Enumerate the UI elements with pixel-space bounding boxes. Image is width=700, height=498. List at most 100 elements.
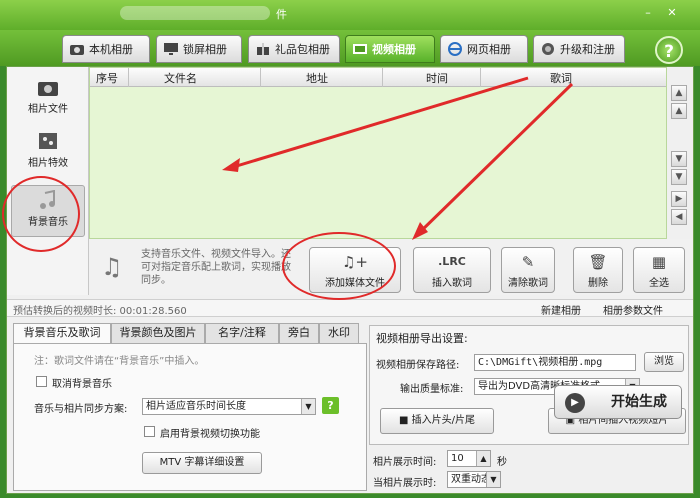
save-path-label: 视频相册保存路径: — [376, 360, 460, 371]
sync-scheme-select[interactable]: 相片适应音乐时间长度 ▼ — [142, 398, 316, 415]
tab-lockscreen-album[interactable]: 锁屏相册 — [156, 35, 242, 63]
move-bottom-button[interactable]: ▼ — [671, 169, 687, 185]
delete-button[interactable]: 🗑 删除 — [573, 247, 623, 293]
column-divider — [260, 68, 261, 87]
tab-label: 视频相册 — [372, 43, 416, 56]
photo-display-time-label: 相片展示时间: — [373, 457, 437, 468]
tab-video-album[interactable]: 视频相册 — [345, 35, 435, 63]
tab-web-album[interactable]: 网页相册 — [440, 35, 528, 63]
play-icon: ▶ — [565, 393, 585, 413]
new-album-link[interactable]: 新建相册 — [541, 302, 581, 317]
cancel-bg-music-label: 取消背景音乐 — [52, 379, 112, 390]
photo-mode-label: 当相片展示时: — [373, 478, 437, 489]
tab-label: 礼品包相册 — [275, 43, 330, 56]
globe-icon — [540, 42, 556, 56]
monitor-icon — [163, 42, 179, 56]
col-index[interactable]: 序号 — [96, 70, 118, 86]
camera-icon — [37, 77, 59, 97]
film-icon — [352, 42, 368, 56]
col-time[interactable]: 时间 — [426, 70, 448, 86]
tab-watermark[interactable]: 水印 — [319, 323, 359, 343]
tab-label: 锁屏相册 — [183, 43, 227, 56]
insert-header-trailer-button[interactable]: ■ 插入片头/片尾 — [380, 408, 494, 434]
chevron-down-icon: ▼ — [486, 472, 500, 487]
tab-bg-color-image[interactable]: 背景颜色及图片 — [111, 323, 205, 343]
enable-video-switch-checkbox[interactable] — [144, 426, 155, 437]
close-button[interactable]: ✕ — [664, 6, 680, 20]
sync-label: 音乐与相片同步方案: — [34, 404, 128, 415]
video-camera-icon: ■ — [398, 415, 412, 426]
select-value: 双重动态 — [451, 474, 491, 485]
button-label: 删除 — [588, 278, 608, 289]
field-value: 10 — [451, 453, 464, 464]
seconds-unit: 秒 — [497, 457, 507, 468]
help-icon[interactable]: ? — [322, 397, 339, 414]
button-label: 全选 — [649, 278, 669, 289]
tab-local-album[interactable]: 本机相册 — [62, 35, 150, 63]
col-filename[interactable]: 文件名 — [164, 70, 197, 86]
estimated-duration: 预估转换后的视频时长: 00:01:28.560 — [13, 306, 187, 317]
lower-tab-bar: 背景音乐及歌词 背景颜色及图片 名字/注释 旁白 水印 — [13, 323, 367, 344]
quality-label: 输出质量标准: — [400, 384, 464, 395]
clear-lyrics-button[interactable]: ✎ 清除歌词 — [501, 247, 555, 293]
spinner-icon[interactable]: ▲ — [476, 451, 490, 466]
grid-icon: ▦ — [651, 253, 667, 271]
mtv-subtitle-settings-button[interactable]: MTV 字幕详细设置 — [142, 452, 262, 474]
bg-music-panel: 注：歌词文件请在“背景音乐”中插入。 取消背景音乐 音乐与相片同步方案: 相片适… — [13, 343, 367, 491]
move-top-button[interactable]: ▲ — [671, 85, 687, 101]
button-label: 清除歌词 — [508, 278, 548, 289]
insert-lyrics-button[interactable]: .LRC 插入歌词 — [413, 247, 491, 293]
column-divider — [480, 68, 481, 87]
photo-display-time-input[interactable]: 10 ▲ — [447, 450, 491, 467]
col-address[interactable]: 地址 — [306, 70, 328, 86]
tab-narration[interactable]: 旁白 — [279, 323, 319, 343]
photo-mode-select[interactable]: 双重动态 ▼ — [447, 471, 501, 488]
browse-button[interactable]: 浏览 — [644, 352, 684, 372]
tab-bg-music-lyrics[interactable]: 背景音乐及歌词 — [13, 323, 111, 344]
tab-upgrade-register[interactable]: 升级和注册 — [533, 35, 625, 63]
move-up-button[interactable]: ▲ — [671, 103, 687, 119]
column-divider — [128, 68, 129, 87]
scroll-right-button[interactable]: ▶ — [671, 191, 687, 207]
col-lyrics[interactable]: 歌词 — [550, 70, 572, 86]
status-bar: 预估转换后的视频时长: 00:01:28.560 新建相册 相册参数文件 — [7, 299, 693, 317]
window-title: 件 — [276, 8, 287, 21]
media-list-grid[interactable]: 序号 文件名 地址 时间 歌词 — [89, 67, 667, 239]
column-divider — [382, 68, 383, 87]
album-param-file-link[interactable]: 相册参数文件 — [603, 302, 663, 317]
main-tab-bar: 本机相册 锁屏相册 礼品包相册 视频相册 网页相册 升级和注册 — [0, 30, 700, 66]
tab-gift-album[interactable]: 礼品包相册 — [248, 35, 340, 63]
eraser-icon: ✎ — [521, 253, 535, 271]
button-label: 插入片头/片尾 — [411, 415, 475, 426]
ie-icon — [447, 42, 463, 56]
button-label: 插入歌词 — [432, 278, 472, 289]
trash-icon: 🗑 — [588, 253, 608, 271]
title-bar: 件 – ✕ — [0, 0, 700, 30]
minimize-button[interactable]: – — [640, 6, 656, 20]
field-value: C:\DMGift\视频相册.mpg — [478, 357, 603, 368]
sidebar-item-label: 相片文件 — [28, 104, 68, 115]
cancel-bg-music-checkbox[interactable] — [36, 376, 47, 387]
select-all-button[interactable]: ▦ 全选 — [633, 247, 685, 293]
grid-header: 序号 文件名 地址 时间 歌词 — [90, 68, 666, 87]
chevron-down-icon: ▼ — [301, 399, 315, 414]
lyrics-hint: 注：歌词文件请在“背景音乐”中插入。 — [34, 356, 205, 367]
start-generate-label: 开始生成 — [611, 394, 667, 410]
effects-icon — [37, 131, 59, 151]
annotation-circle-add-media — [282, 232, 396, 300]
help-button[interactable]: ? — [655, 36, 683, 64]
tab-label: 网页相册 — [467, 43, 511, 56]
move-down-button[interactable]: ▼ — [671, 151, 687, 167]
start-generate-button[interactable]: ▶ 开始生成 — [554, 385, 682, 419]
toolbar-hint: 支持音乐文件、视频文件导入。还可对指定音乐配上歌词，实现播放同步。 — [141, 249, 291, 286]
sidebar-item-photo-effects[interactable]: 相片特效 — [11, 127, 85, 179]
lrc-icon: .LRC — [438, 255, 466, 268]
export-settings-title: 视频相册导出设置: — [376, 332, 468, 345]
scroll-left-button[interactable]: ◀ — [671, 209, 687, 225]
music-note-icon: ♫ — [101, 253, 123, 281]
sidebar-item-photo-files[interactable]: 相片文件 — [11, 73, 85, 125]
tab-name-notes[interactable]: 名字/注释 — [205, 323, 279, 343]
camera-icon — [69, 42, 85, 56]
save-path-field[interactable]: C:\DMGift\视频相册.mpg — [474, 354, 636, 371]
tab-label: 升级和注册 — [560, 43, 615, 56]
